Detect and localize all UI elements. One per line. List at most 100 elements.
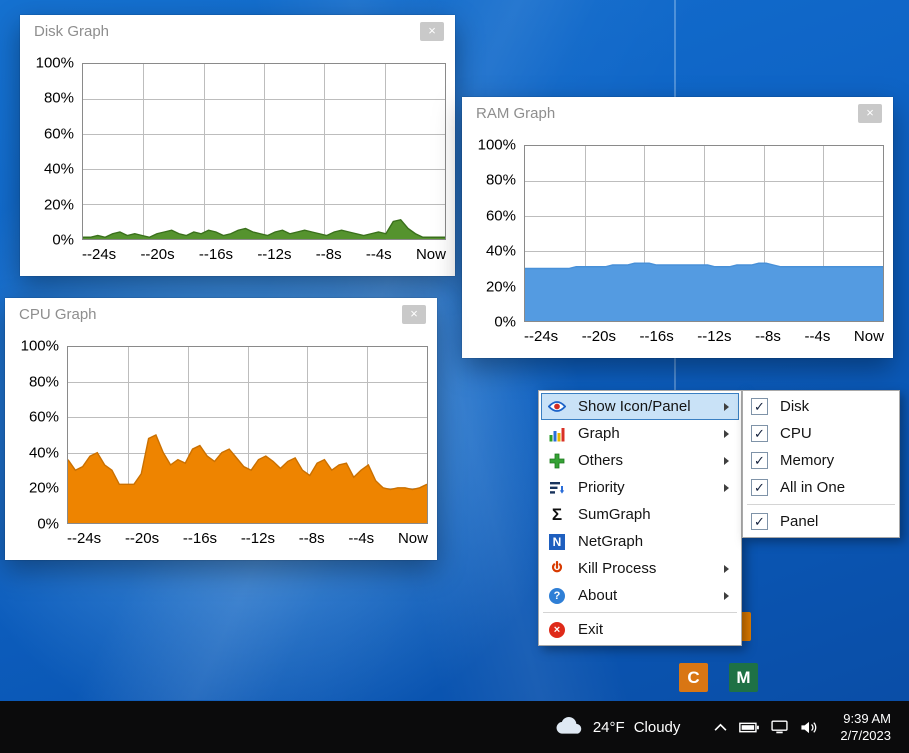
submenu-item-panel[interactable]: ✓ Panel xyxy=(745,508,897,535)
eye-icon xyxy=(544,400,570,413)
y-tick-label: 40% xyxy=(485,242,516,260)
window-title: RAM Graph xyxy=(476,105,556,122)
y-tick-label: 20% xyxy=(28,479,59,497)
x-tick-label: --16s xyxy=(182,530,218,547)
weather-temp: 24°F xyxy=(592,718,625,736)
cpu-window-titlebar[interactable]: CPU Graph × xyxy=(5,298,437,331)
menu-item-others[interactable]: Others xyxy=(541,447,739,474)
disk-window-titlebar[interactable]: Disk Graph × xyxy=(20,15,455,48)
x-tick-label: --24s xyxy=(524,328,559,345)
show-icon-panel-submenu: ✓ Disk ✓ CPU ✓ Memory ✓ All in One ✓ Pan… xyxy=(742,390,900,538)
x-tick-label: --16s xyxy=(639,328,674,345)
x-tick-label: --4s xyxy=(365,246,392,263)
menu-item-label: About xyxy=(578,587,618,604)
battery-icon[interactable] xyxy=(739,701,760,753)
chart-area: 100% 80% 60% 40% 20% 0% --24s --20s --16s --12s -… xyxy=(462,130,893,358)
question-icon: ? xyxy=(544,587,570,604)
x-tick-label: --8s xyxy=(315,246,342,263)
y-tick-label: 100% xyxy=(20,337,59,355)
network-icon[interactable] xyxy=(771,701,789,753)
desktop-icon-c[interactable]: C xyxy=(679,663,708,692)
menu-item-label: SumGraph xyxy=(578,506,651,523)
checkmark-icon: ✓ xyxy=(751,398,768,415)
clock-date: 2/7/2023 xyxy=(840,728,891,743)
close-icon[interactable]: × xyxy=(402,305,426,324)
submenu-item-label: All in One xyxy=(780,479,846,496)
menu-item-show-icon-panel[interactable]: Show Icon/Panel xyxy=(541,393,739,420)
menu-item-label: NetGraph xyxy=(578,533,644,550)
submenu-item-cpu[interactable]: ✓ CPU xyxy=(745,420,897,447)
x-tick-label: --20s xyxy=(124,530,160,547)
x-tick-label: --8s xyxy=(298,530,325,547)
desktop-icon-m[interactable]: M xyxy=(729,663,758,692)
menu-item-label: Exit xyxy=(578,621,604,638)
window-title: Disk Graph xyxy=(34,23,110,40)
submenu-arrow-icon xyxy=(724,591,729,600)
x-axis-labels: --24s --20s --16s --12s --8s --4s Now xyxy=(67,524,428,550)
checkmark-icon: ✓ xyxy=(751,452,768,469)
taskbar-clock[interactable]: 9:39 AM 2/7/2023 xyxy=(836,701,895,753)
desktop-icon-label: M xyxy=(736,667,751,687)
weather-condition: Cloudy xyxy=(633,718,681,736)
chart-area: 100% 80% 60% 40% 20% 0% --24s --20s --16s --12s -… xyxy=(5,331,437,560)
y-axis-labels: 100% 80% 60% 40% 20% 0% xyxy=(5,338,67,533)
y-tick-label: 60% xyxy=(485,207,516,225)
close-icon[interactable]: × xyxy=(858,104,882,123)
sigma-icon: Σ xyxy=(551,504,563,524)
menu-item-graph[interactable]: Graph xyxy=(541,420,739,447)
submenu-arrow-icon xyxy=(724,402,729,411)
menu-item-label: Graph xyxy=(578,425,620,442)
y-axis-labels: 100% 80% 60% 40% 20% 0% xyxy=(462,137,524,331)
submenu-item-memory[interactable]: ✓ Memory xyxy=(745,447,897,474)
volume-icon[interactable] xyxy=(800,701,818,753)
priority-list-icon xyxy=(544,480,570,496)
chart-area: 100% 80% 60% 40% 20% 0% --24s --20s --16s --12s -… xyxy=(20,48,455,276)
ram-graph-window: RAM Graph × 100% 80% 60% 40% 20% 0% --24s --20… xyxy=(462,97,893,358)
disk-graph-window: Disk Graph × 100% 80% 60% 40% 20% 0% --24s --2… xyxy=(20,15,455,276)
y-tick-label: 0% xyxy=(494,313,516,331)
y-tick-label: 20% xyxy=(485,278,516,296)
cpu-usage-area xyxy=(68,347,427,523)
cpu-graph-window: CPU Graph × 100% 80% 60% 40% 20% 0% --24s --20… xyxy=(5,298,437,560)
submenu-item-disk[interactable]: ✓ Disk xyxy=(745,393,897,420)
y-tick-label: 100% xyxy=(477,136,516,154)
x-tick-label: --4s xyxy=(804,328,831,345)
x-tick-label: Now xyxy=(853,328,884,345)
disk-usage-area xyxy=(83,64,445,239)
submenu-arrow-icon xyxy=(724,429,729,438)
x-tick-label: --24s xyxy=(82,246,117,263)
clock-time: 9:39 AM xyxy=(843,711,891,726)
y-tick-label: 100% xyxy=(35,54,74,72)
y-tick-label: 80% xyxy=(485,171,516,189)
y-tick-label: 60% xyxy=(43,125,74,143)
submenu-item-label: Panel xyxy=(780,513,819,530)
checkmark-icon: ✓ xyxy=(751,513,768,530)
menu-item-label: Others xyxy=(578,452,624,469)
y-tick-label: 80% xyxy=(43,89,74,107)
netgraph-icon: N xyxy=(544,533,570,550)
menu-item-label: Kill Process xyxy=(578,560,657,577)
taskbar-weather-widget[interactable]: 24°F Cloudy xyxy=(548,701,687,753)
menu-separator xyxy=(747,504,895,505)
x-axis-labels: --24s --20s --16s --12s --8s --4s Now xyxy=(524,322,884,348)
menu-item-exit[interactable]: × Exit xyxy=(541,616,739,643)
x-axis-labels: --24s --20s --16s --12s --8s --4s Now xyxy=(82,240,446,266)
ram-usage-area xyxy=(525,146,883,321)
tray-chevron-up-icon[interactable] xyxy=(714,701,727,753)
exit-icon: × xyxy=(544,621,570,638)
menu-item-netgraph[interactable]: N NetGraph xyxy=(541,528,739,555)
menu-item-priority[interactable]: Priority xyxy=(541,474,739,501)
taskbar: 24°F Cloudy 9:39 AM 2/7/2023 xyxy=(0,701,909,753)
submenu-item-all-in-one[interactable]: ✓ All in One xyxy=(745,474,897,501)
plot-area xyxy=(524,145,884,322)
menu-item-kill-process[interactable]: Kill Process xyxy=(541,555,739,582)
close-icon[interactable]: × xyxy=(420,22,444,41)
submenu-item-label: CPU xyxy=(780,425,812,442)
menu-item-about[interactable]: ? About xyxy=(541,582,739,609)
x-tick-label: --12s xyxy=(697,328,732,345)
plot-area xyxy=(67,346,428,524)
ram-window-titlebar[interactable]: RAM Graph × xyxy=(462,97,893,130)
submenu-arrow-icon xyxy=(724,456,729,465)
menu-item-sumgraph[interactable]: Σ SumGraph xyxy=(541,501,739,528)
window-title: CPU Graph xyxy=(19,306,97,323)
